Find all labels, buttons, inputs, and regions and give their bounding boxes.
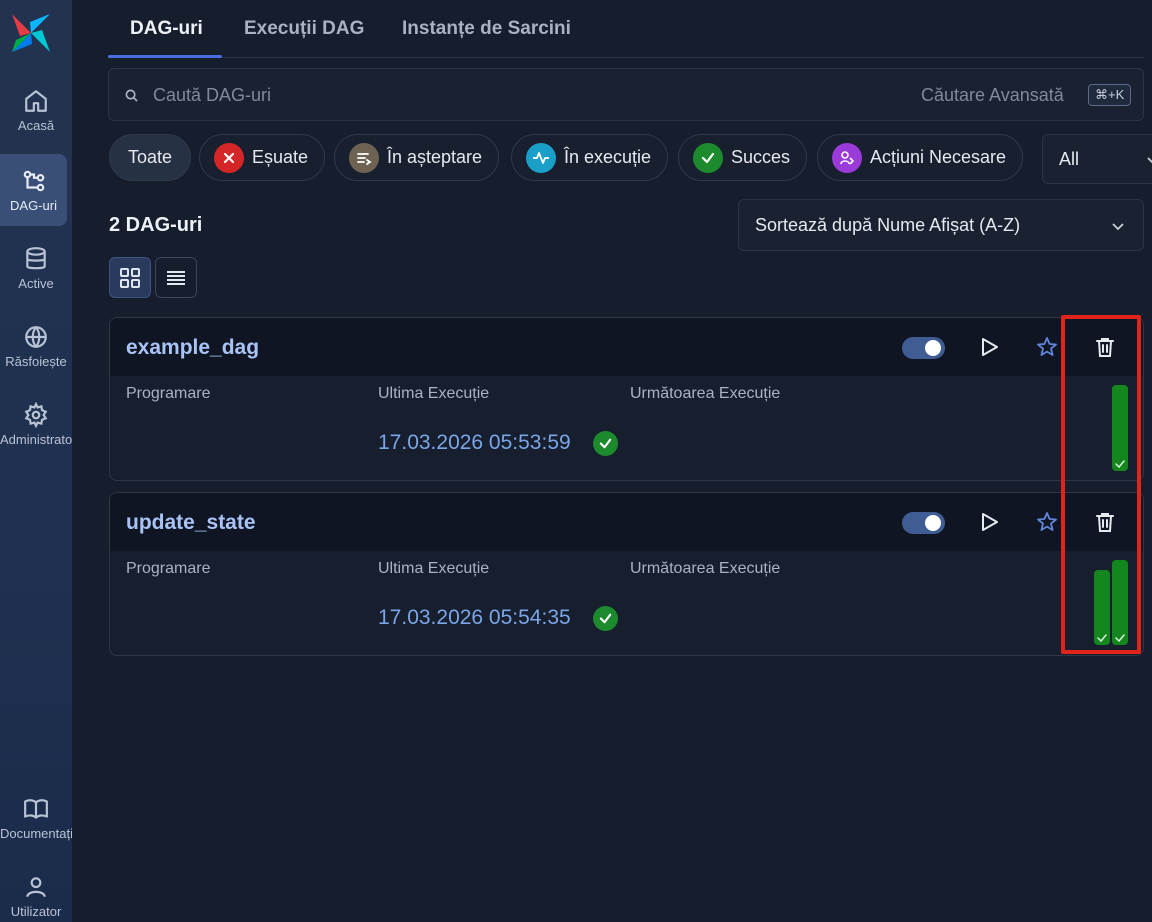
main-tabs: DAG-uri Execuții DAG Instanțe de Sarcini bbox=[108, 0, 1144, 58]
app-root: Acasă DAG-uri Active Răsfoiește Administ… bbox=[0, 0, 1152, 922]
dag-card-header: update_state bbox=[110, 493, 1143, 551]
sort-select[interactable]: Sortează după Nume Afișat (A-Z) bbox=[738, 199, 1144, 251]
check-icon bbox=[1115, 634, 1125, 643]
dag-card: example_dag Programare Ultima Execuție U… bbox=[109, 317, 1144, 481]
dag-count: 2 DAG-uri bbox=[109, 214, 203, 236]
airflow-logo-icon[interactable] bbox=[8, 10, 54, 56]
sidebar-item-dags[interactable]: DAG-uri bbox=[0, 154, 67, 226]
filter-needs-action[interactable]: Acțiuni Necesare bbox=[817, 134, 1024, 181]
dag-name-link[interactable]: example_dag bbox=[126, 336, 259, 360]
check-icon bbox=[1097, 634, 1107, 643]
database-icon bbox=[26, 246, 46, 269]
dag-pause-toggle[interactable] bbox=[902, 337, 945, 359]
filter-label: Acțiuni Necesare bbox=[870, 147, 1007, 167]
search-shortcut-badge: ⌘+K bbox=[1088, 84, 1132, 106]
last-run-label: Ultima Execuție bbox=[378, 560, 490, 577]
search-icon bbox=[125, 89, 138, 102]
grid-icon bbox=[120, 267, 140, 288]
user-action-icon bbox=[832, 142, 862, 173]
activity-icon bbox=[526, 142, 556, 173]
filter-label: Toate bbox=[128, 147, 173, 167]
filter-all[interactable]: Toate bbox=[109, 134, 192, 181]
queue-list-icon bbox=[349, 142, 379, 173]
next-run-label: Următoarea Execuție bbox=[630, 560, 781, 577]
tab-dags[interactable]: DAG-uri bbox=[130, 18, 203, 40]
active-tab-indicator bbox=[108, 55, 222, 58]
sidebar-item-browse[interactable]: Răsfoiește bbox=[0, 310, 72, 382]
tab-task-instances[interactable]: Instanțe de Sarcini bbox=[402, 18, 571, 40]
home-icon bbox=[25, 89, 47, 112]
trash-icon[interactable] bbox=[1093, 335, 1117, 359]
check-icon bbox=[1115, 460, 1125, 469]
tab-dag-runs[interactable]: Execuții DAG bbox=[244, 18, 364, 40]
x-circle-icon bbox=[214, 142, 244, 173]
filter-success[interactable]: Succes bbox=[678, 134, 808, 181]
search-bar: Căutare Avansată ⌘+K bbox=[108, 68, 1144, 121]
chevron-down-icon bbox=[1112, 223, 1124, 231]
success-status-icon bbox=[593, 606, 618, 631]
gear-icon bbox=[24, 401, 48, 428]
trash-icon[interactable] bbox=[1093, 510, 1117, 534]
last-run-label: Ultima Execuție bbox=[378, 385, 490, 402]
sort-label: Sortează după Nume Afișat (A-Z) bbox=[755, 215, 1021, 235]
sidebar-item-assets[interactable]: Active bbox=[0, 232, 72, 304]
sidebar-item-admin[interactable]: Administrator bbox=[0, 388, 72, 460]
play-icon[interactable] bbox=[977, 510, 1001, 534]
list-icon bbox=[167, 270, 185, 285]
last-run-date-link[interactable]: 17.03.2026 05:53:59 bbox=[378, 431, 571, 455]
filter-label: În execuție bbox=[564, 147, 652, 167]
run-bar[interactable] bbox=[1094, 570, 1110, 645]
last-run-date-link[interactable]: 17.03.2026 05:54:35 bbox=[378, 606, 571, 630]
select-value: All bbox=[1059, 149, 1080, 169]
schedule-label: Programare bbox=[126, 385, 211, 402]
sidebar: Acasă DAG-uri Active Răsfoiește Administ… bbox=[0, 0, 72, 922]
sidebar-item-user[interactable]: Utilizator bbox=[0, 860, 72, 922]
tag-filter-select[interactable]: All bbox=[1042, 134, 1152, 184]
sidebar-item-label: Documentație bbox=[0, 825, 72, 841]
sidebar-item-docs[interactable]: Documentație bbox=[0, 782, 72, 854]
chevron-down-icon bbox=[1147, 157, 1152, 164]
dag-card: update_state Programare Ultima Execuție … bbox=[109, 492, 1144, 656]
advanced-search-link[interactable]: Căutare Avansată bbox=[921, 85, 1064, 106]
list-view-button[interactable] bbox=[155, 257, 197, 298]
filter-label: În așteptare bbox=[387, 147, 483, 167]
filter-queued[interactable]: În așteptare bbox=[334, 134, 500, 181]
user-icon bbox=[26, 876, 46, 897]
sidebar-item-label: Acasă bbox=[17, 117, 55, 133]
run-bar[interactable] bbox=[1112, 385, 1128, 471]
filter-label: Eșuate bbox=[252, 147, 309, 167]
filter-failed[interactable]: Eșuate bbox=[199, 134, 326, 181]
schedule-label: Programare bbox=[126, 560, 211, 577]
star-icon[interactable] bbox=[1035, 335, 1059, 359]
sidebar-item-label: Administrator bbox=[0, 431, 72, 447]
run-bar[interactable] bbox=[1112, 560, 1128, 645]
book-icon bbox=[24, 798, 48, 819]
search-input[interactable] bbox=[153, 81, 753, 109]
sidebar-item-label: Active bbox=[18, 275, 54, 291]
filter-running[interactable]: În execuție bbox=[511, 134, 669, 181]
filter-label: Succes bbox=[731, 147, 791, 167]
check-circle-icon bbox=[693, 142, 723, 173]
sidebar-item-label: DAG-uri bbox=[10, 197, 57, 213]
globe-icon bbox=[25, 325, 47, 348]
sidebar-item-home[interactable]: Acasă bbox=[0, 74, 72, 146]
success-status-icon bbox=[593, 431, 618, 456]
dag-name-link[interactable]: update_state bbox=[126, 511, 256, 535]
sidebar-item-label: Răsfoiește bbox=[5, 353, 67, 369]
dag-card-header: example_dag bbox=[110, 318, 1143, 376]
star-icon[interactable] bbox=[1035, 510, 1059, 534]
dag-icon bbox=[23, 170, 44, 191]
next-run-label: Următoarea Execuție bbox=[630, 385, 781, 402]
sidebar-item-label: Utilizator bbox=[10, 903, 62, 919]
card-view-button[interactable] bbox=[109, 257, 151, 298]
play-icon[interactable] bbox=[977, 335, 1001, 359]
dag-pause-toggle[interactable] bbox=[902, 512, 945, 534]
